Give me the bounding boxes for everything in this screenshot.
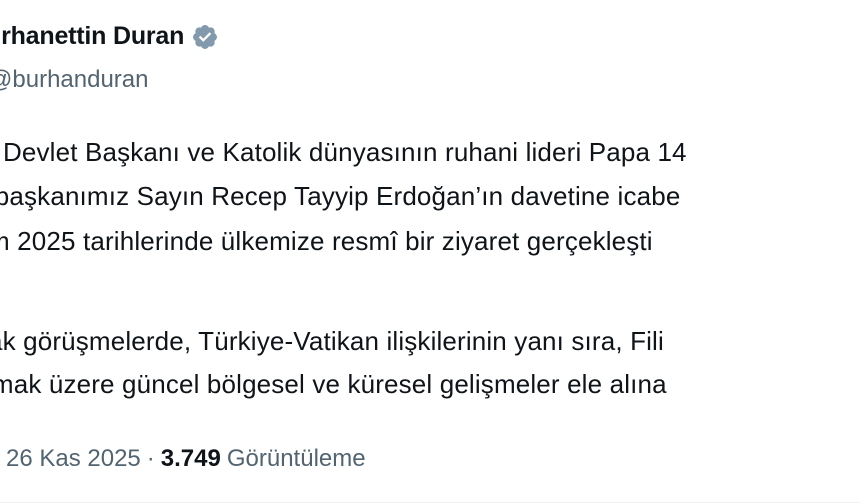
author-handle-text: burhanduran — [12, 66, 149, 93]
tweet-author[interactable]: urhanettin Duran — [0, 22, 219, 51]
tweet-text-line-5: lmak üzere güncel bölgesel ve küresel ge… — [0, 369, 667, 399]
tweet-text-line-4: ak görüşmelerde, Türkiye-Vatikan ilişkil… — [0, 326, 664, 356]
tweet-meta: 26 Kas 2025 · 3.749 Görüntüleme — [6, 445, 366, 473]
tweet: urhanettin Duran @burhanduran Devlet Baş… — [0, 0, 860, 504]
author-handle[interactable]: @burhanduran — [0, 66, 149, 94]
views-count[interactable]: 3.749 — [161, 445, 221, 472]
author-name[interactable]: urhanettin Duran — [0, 22, 184, 51]
verified-badge-icon[interactable] — [191, 23, 219, 51]
divider — [0, 502, 860, 503]
meta-separator: · — [146, 445, 155, 472]
tweet-text-line-1: Devlet Başkanı ve Katolik dünyasının ruh… — [3, 137, 687, 167]
tweet-date[interactable]: 26 Kas 2025 — [6, 445, 141, 472]
tweet-text-line-2: rbaşkanımız Sayın Recep Tayyip Erdoğan’ı… — [0, 181, 681, 211]
tweet-text-line-3: m 2025 tarihlerinde ülkemize resmî bir z… — [0, 226, 653, 256]
views-label: Görüntüleme — [226, 445, 366, 472]
